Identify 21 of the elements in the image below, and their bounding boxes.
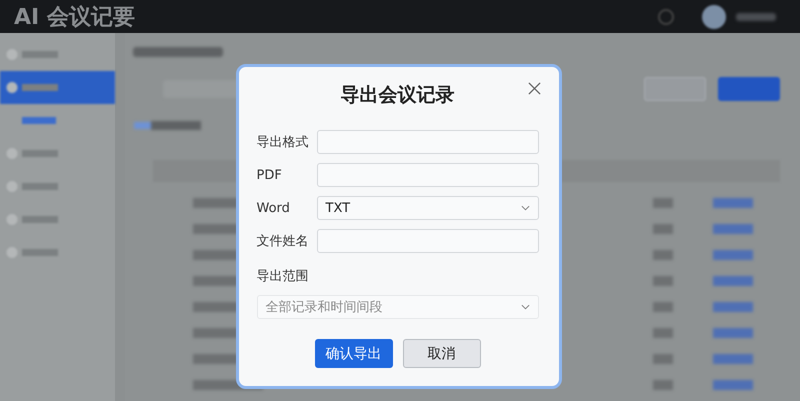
app-title: AI 会议记要: [14, 4, 135, 32]
input-field[interactable]: [316, 229, 538, 253]
caret-icon: [520, 304, 530, 310]
blurred-text: [151, 121, 201, 130]
blurred-text: [736, 12, 776, 20]
field-label: 文件姓名: [256, 233, 310, 250]
close-icon[interactable]: [528, 82, 540, 95]
dialog-title: 导出会议记录: [340, 83, 454, 108]
field-label: PDF: [256, 168, 283, 182]
caret-icon: [520, 205, 530, 211]
field-label: 导出范围: [256, 268, 310, 285]
input-field[interactable]: [316, 130, 538, 154]
field-label: 导出格式: [256, 134, 310, 151]
format-select[interactable]: TXT: [316, 196, 538, 220]
confirm-button[interactable]: 确认导出: [314, 339, 392, 368]
sidebar-item[interactable]: [0, 71, 115, 104]
field-label: Word: [256, 200, 291, 216]
cancel-button[interactable]: 取消: [402, 339, 480, 368]
input-field[interactable]: [316, 163, 538, 187]
blurred-button[interactable]: [718, 77, 780, 101]
avatar-icon[interactable]: [702, 4, 726, 28]
